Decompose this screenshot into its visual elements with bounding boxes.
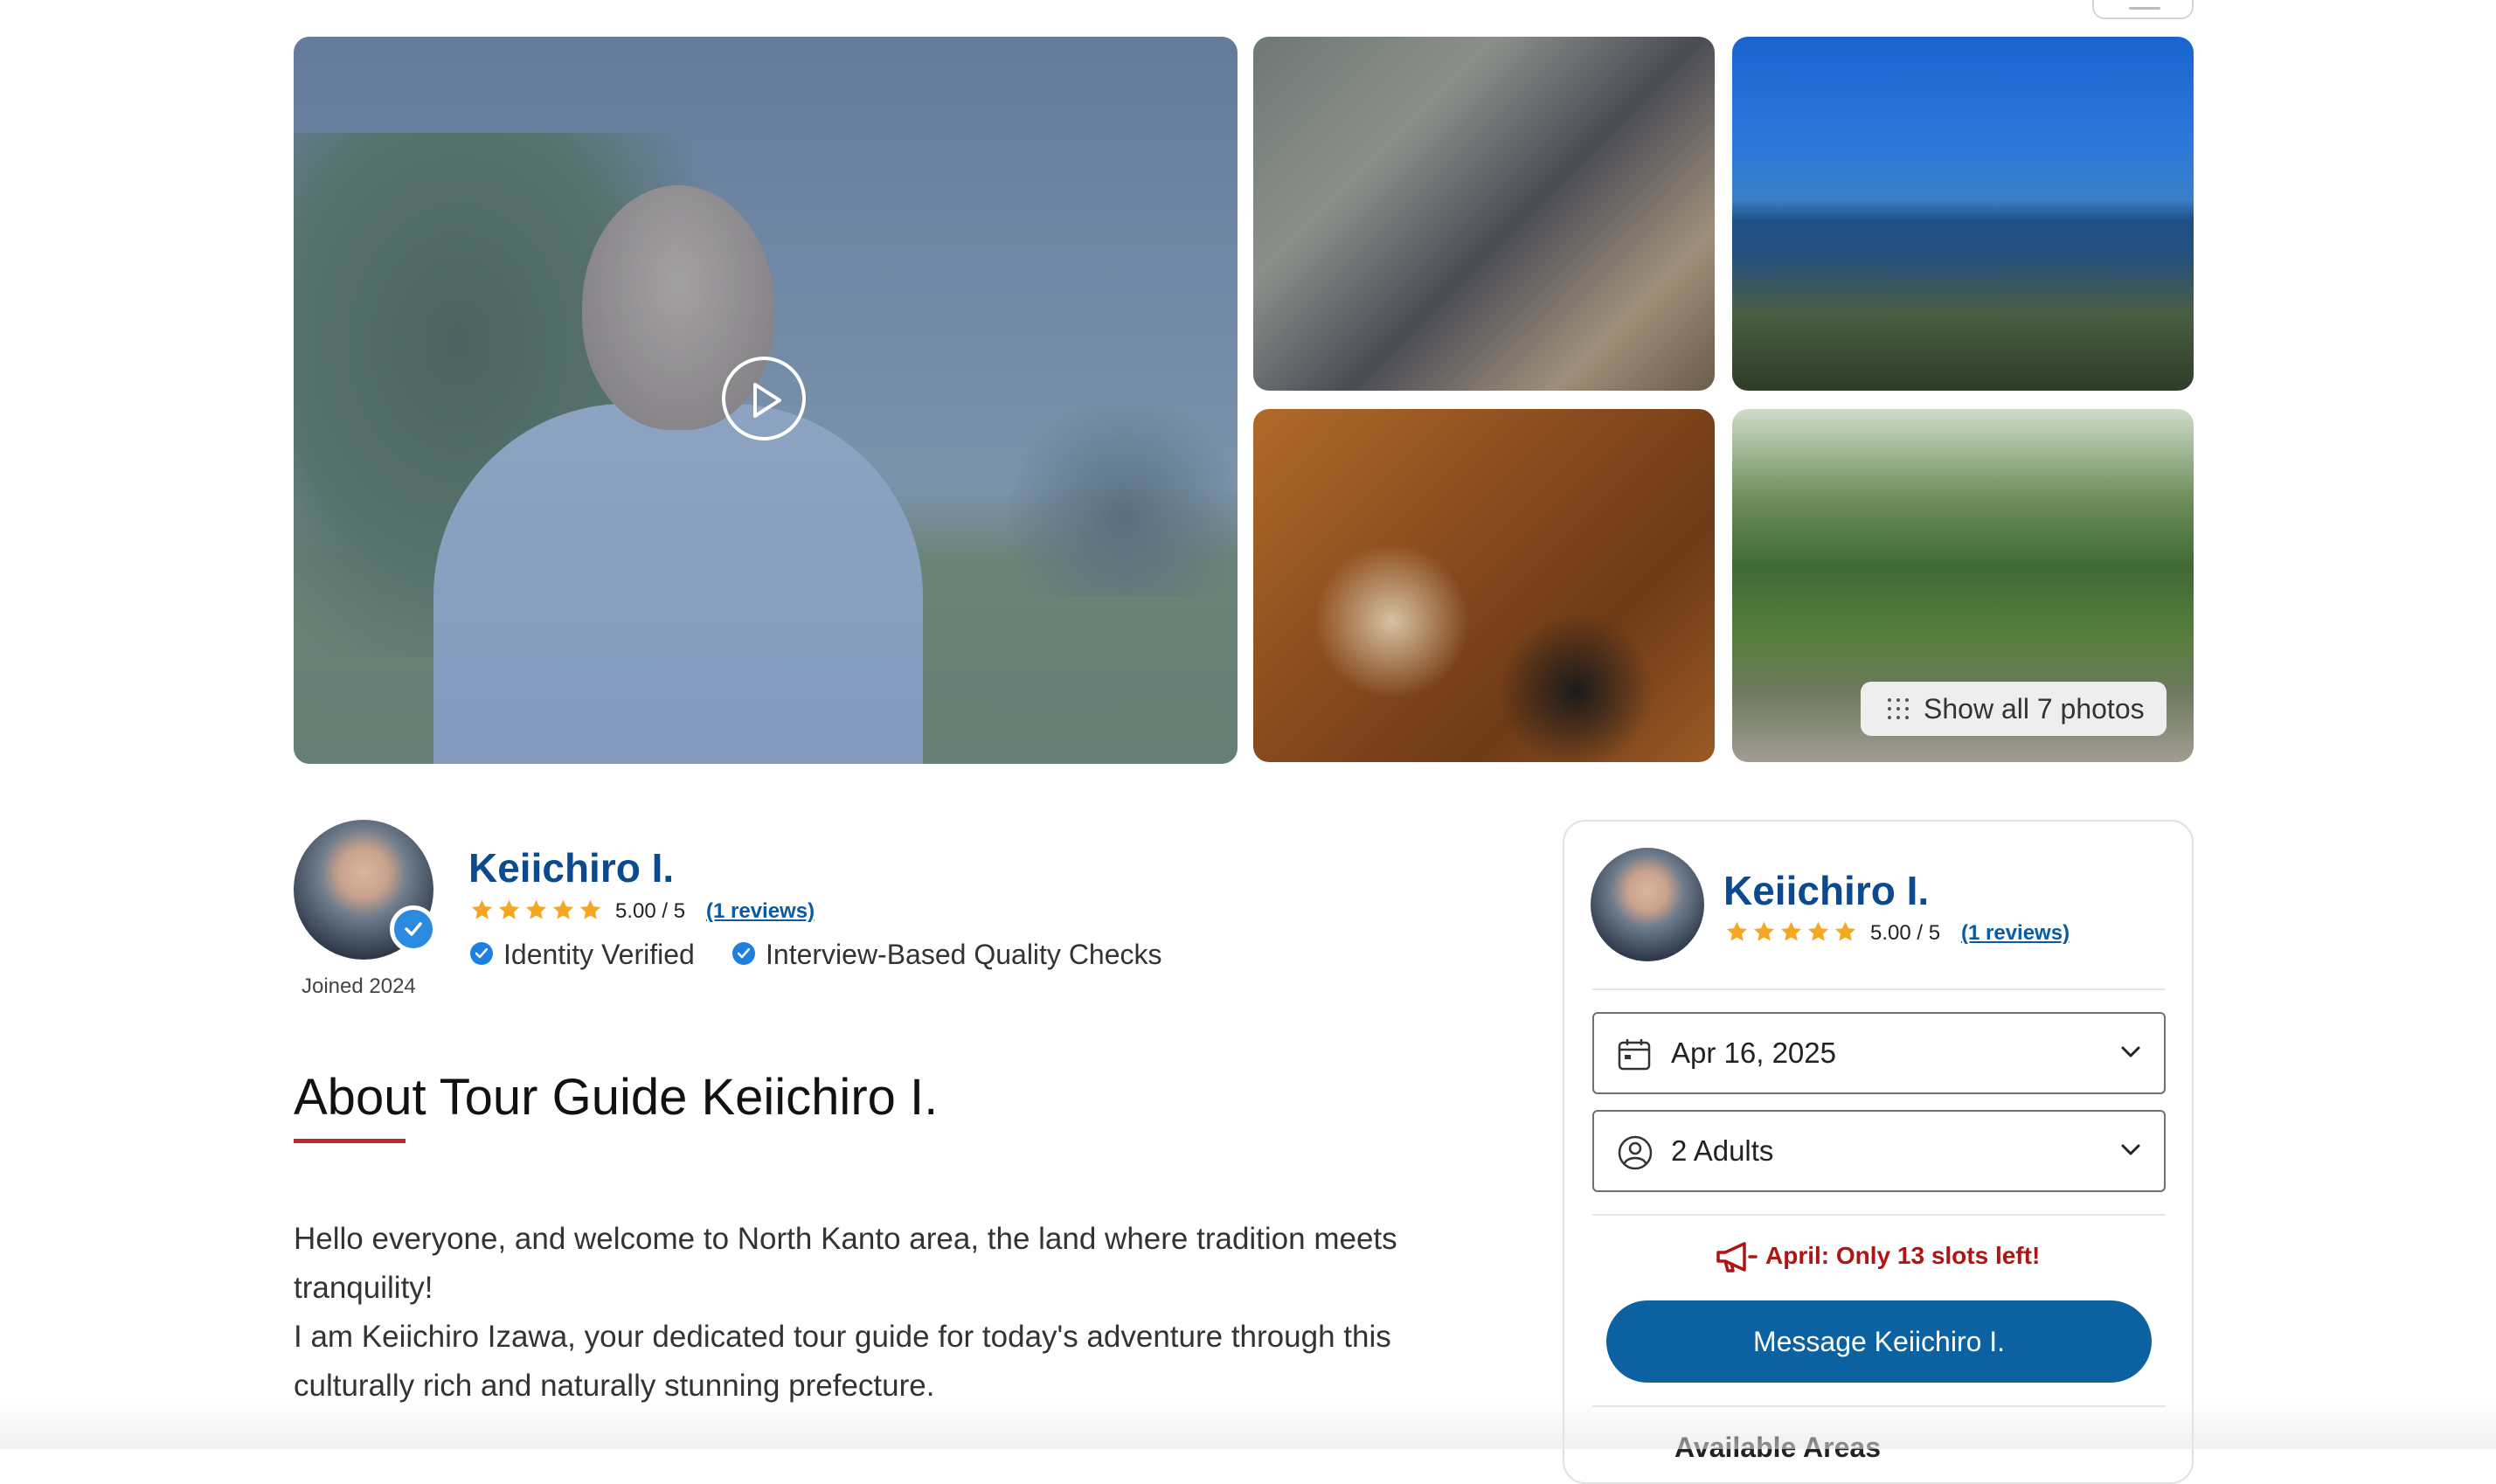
guide-name: Keiichiro I. <box>468 845 675 891</box>
booking-rating-text: 5.00 / 5 <box>1870 921 1941 945</box>
star-icon <box>1807 921 1829 941</box>
message-guide-button[interactable]: Message Keiichiro I. <box>1606 1300 2152 1383</box>
intro-video[interactable] <box>294 37 1238 764</box>
star-icon <box>579 899 601 919</box>
star-icon <box>1780 921 1802 941</box>
identity-verified-label: Identity Verified <box>503 939 695 970</box>
card-divider <box>1592 988 2166 990</box>
star-icon <box>1834 921 1856 941</box>
gallery-photo-meal[interactable] <box>1253 409 1715 762</box>
chevron-down-icon <box>2121 1144 2140 1155</box>
user-circle-icon <box>1618 1135 1653 1170</box>
bottom-shadow <box>0 1398 2496 1449</box>
quality-checks-label: Interview-Based Quality Checks <box>766 939 1162 970</box>
show-all-photos-button[interactable]: Show all 7 photos <box>1861 682 2167 736</box>
chevron-down-icon <box>2121 1046 2140 1058</box>
reviews-link[interactable]: (1 reviews) <box>706 899 815 924</box>
about-title: About Tour Guide Keiichiro I. <box>294 1069 939 1126</box>
about-paragraph-line: tranquility! <box>294 1271 433 1305</box>
star-icon <box>498 899 520 919</box>
top-menu-button[interactable] <box>2092 0 2194 19</box>
about-paragraph-line: I am Keiichiro Izawa, your dedicated tou… <box>294 1320 1391 1354</box>
about-title-underline <box>294 1139 406 1143</box>
about-paragraph-line: Hello everyone, and welcome to North Kan… <box>294 1222 1397 1256</box>
joined-date: Joined 2024 <box>302 974 416 998</box>
guests-select[interactable]: 2 Adults <box>1592 1110 2166 1192</box>
star-icon <box>471 899 493 919</box>
star-icon <box>552 899 574 919</box>
booking-guide-name: Keiichiro I. <box>1723 868 1930 913</box>
gallery-photo-cafe[interactable] <box>1253 37 1715 391</box>
megaphone-icon <box>1716 1242 1758 1272</box>
guests-value: 2 Adults <box>1671 1134 1774 1167</box>
star-icon <box>1753 921 1775 941</box>
booking-guide-avatar <box>1591 848 1704 961</box>
card-divider <box>1592 1214 2166 1216</box>
star-icon <box>1726 921 1748 941</box>
star-icon <box>525 899 547 919</box>
date-value: Apr 16, 2025 <box>1671 1037 1836 1069</box>
play-icon[interactable] <box>722 357 806 440</box>
booking-reviews-link[interactable]: (1 reviews) <box>1961 921 2070 946</box>
booking-rating-stars <box>1725 920 1857 944</box>
identity-verified-check-icon <box>470 942 493 965</box>
show-all-photos-label: Show all 7 photos <box>1924 692 2145 725</box>
date-select[interactable]: Apr 16, 2025 <box>1592 1012 2166 1094</box>
slots-notice: April: Only 13 slots left! <box>1765 1242 2041 1269</box>
verified-badge-icon <box>390 905 437 953</box>
quality-checks-check-icon <box>732 942 755 965</box>
grid-dots-icon <box>1888 698 1909 719</box>
calendar-icon <box>1618 1039 1651 1071</box>
rating-stars <box>470 898 602 922</box>
gallery-photo-coast[interactable] <box>1732 37 2194 391</box>
rating-text: 5.00 / 5 <box>615 899 686 923</box>
